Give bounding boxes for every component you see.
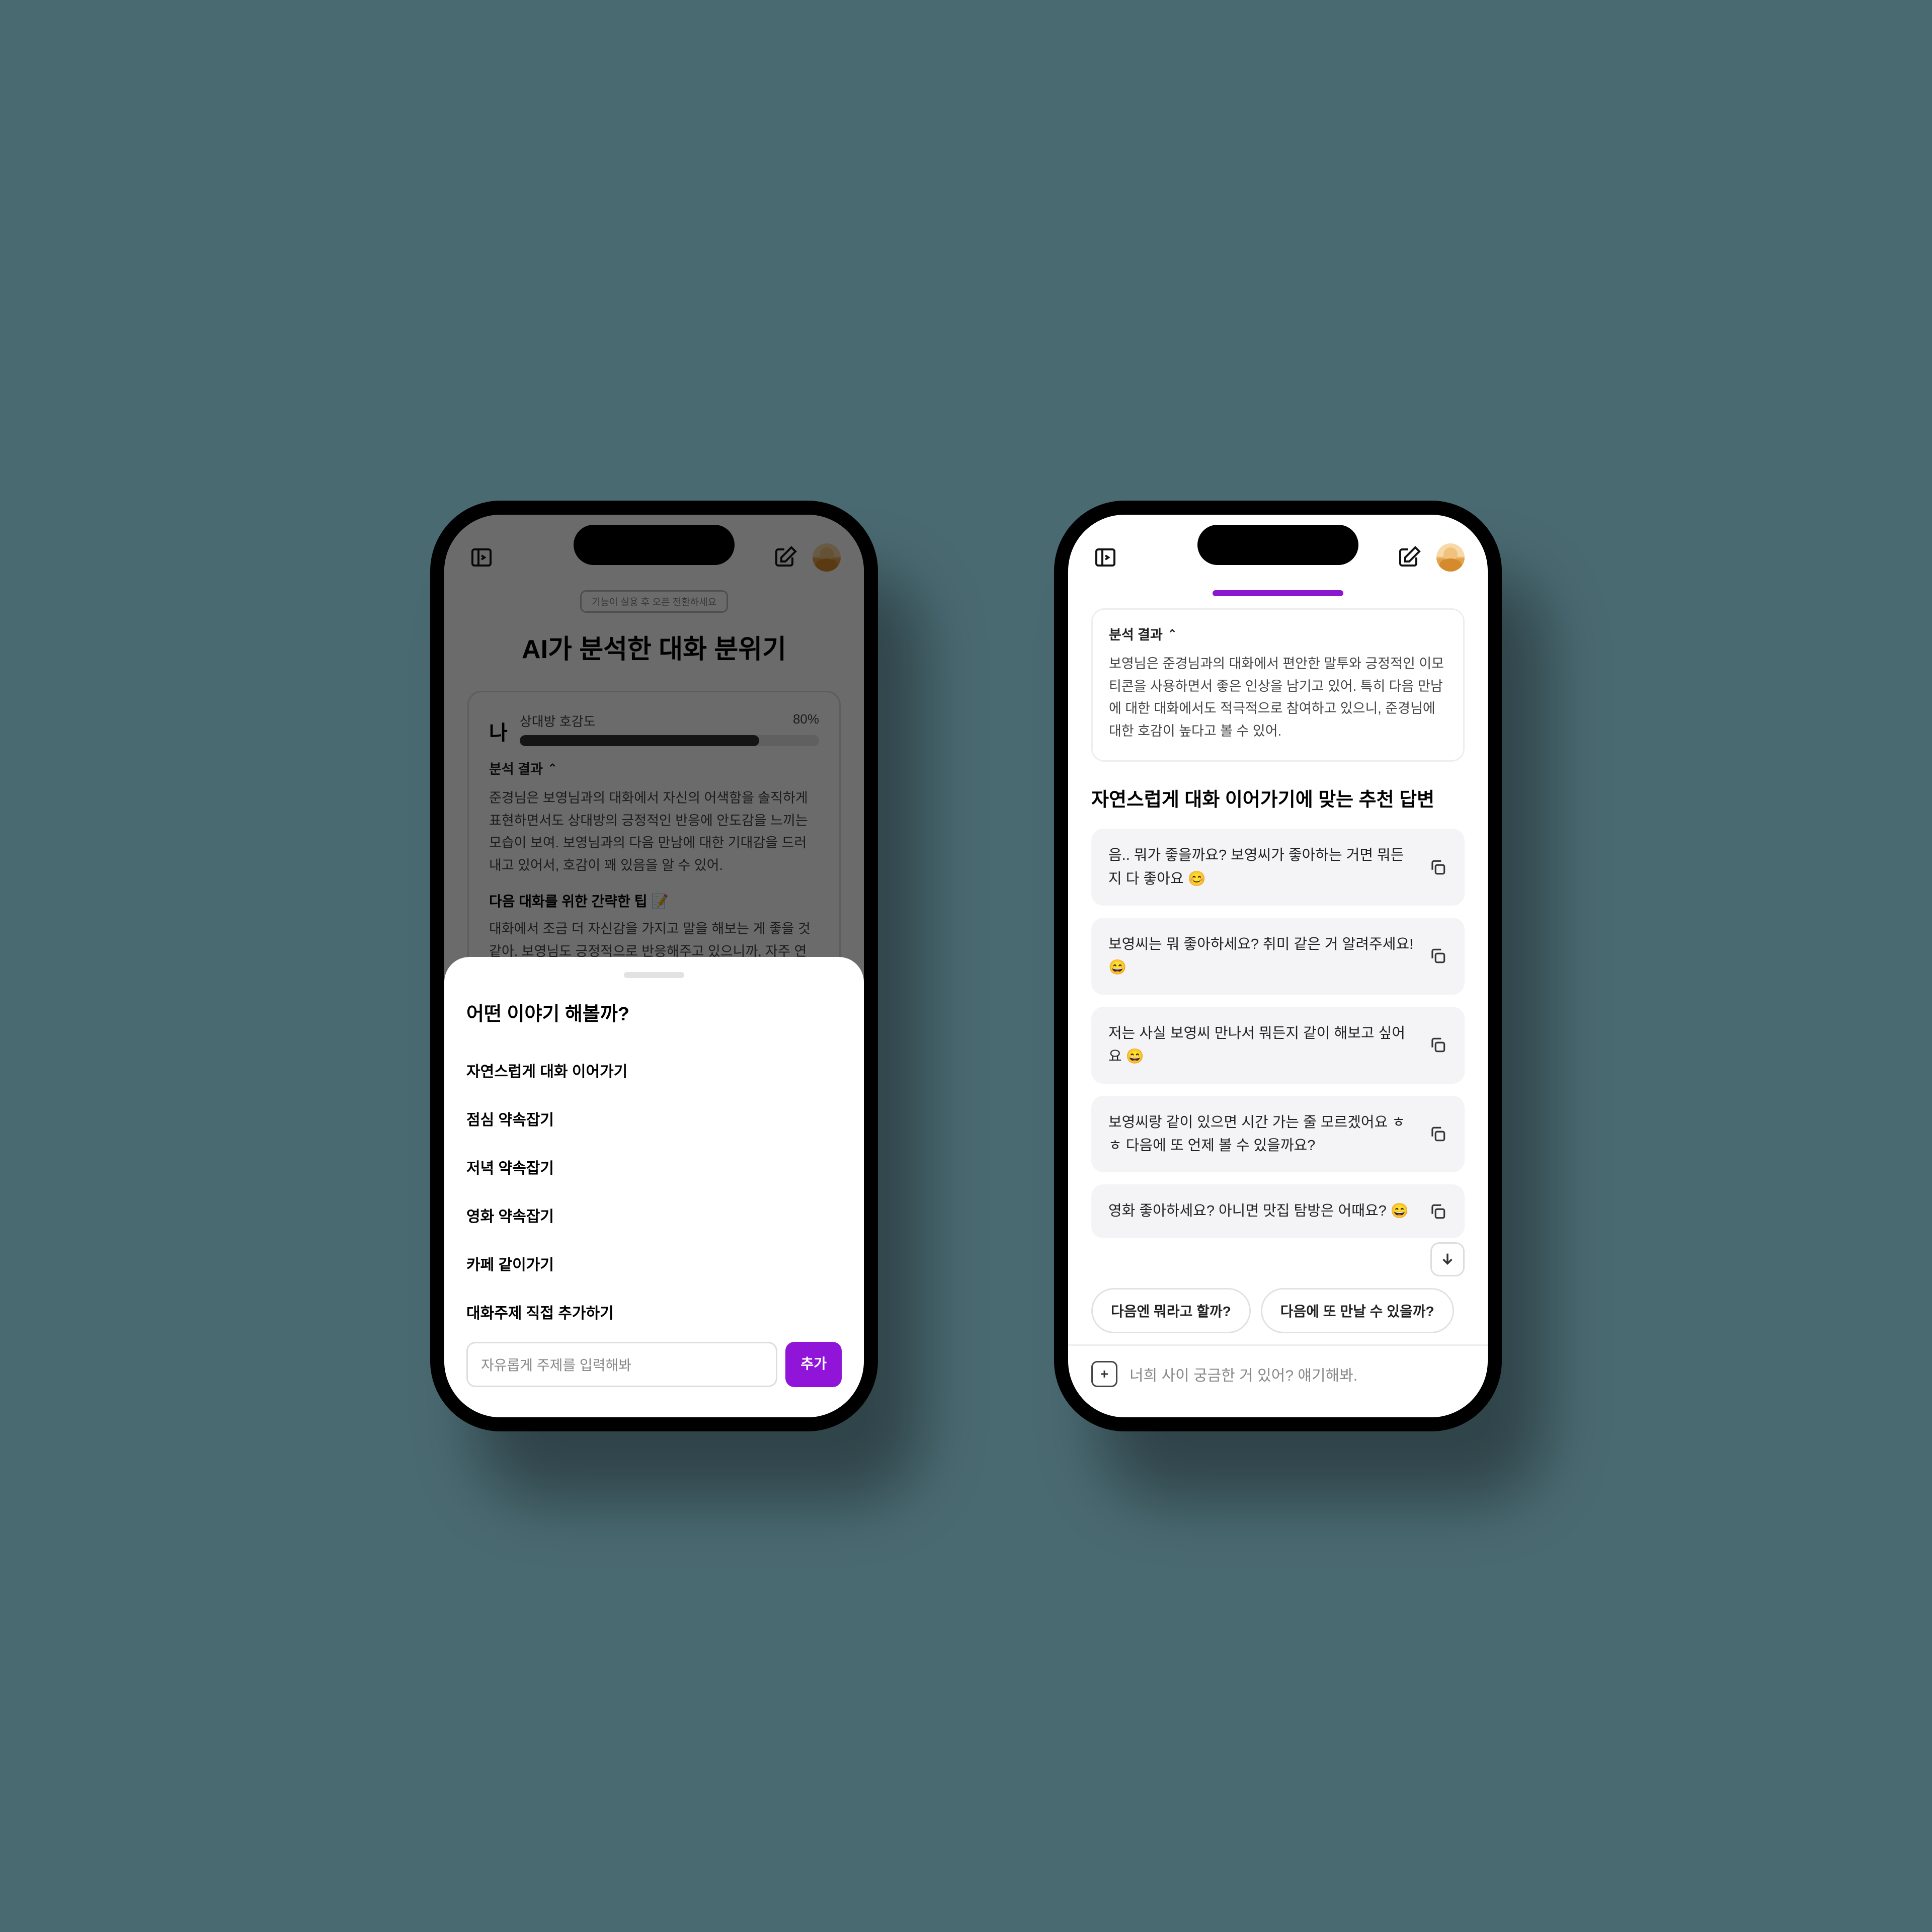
copy-icon[interactable] [1428,858,1447,877]
analysis-text: 보영님은 준경님과의 대화에서 편안한 말투와 긍정적인 이모티콘을 사용하면서… [1109,653,1447,742]
sidebar-toggle-icon[interactable] [1091,543,1119,572]
reply-item[interactable]: 보영씨는 뭐 좋아하세요? 취미 같은 거 알려주세요! 😄 [1091,918,1465,995]
chat-input-bar: 너희 사이 궁금한 거 있어? 얘기해봐. [1091,1346,1465,1417]
compose-icon[interactable] [1395,543,1423,572]
suggestion-chips: 다음엔 뭐라고 할까? 다음에 또 만날 수 있을까? [1091,1275,1465,1344]
screen-right: 분석 결과 ⌃ 보영님은 준경님과의 대화에서 편안한 말투와 긍정적인 이모티… [1068,515,1488,1417]
chat-input[interactable]: 너희 사이 궁금한 거 있어? 얘기해봐. [1130,1363,1465,1385]
section-toggle[interactable]: 분석 결과 ⌃ [1109,624,1447,643]
reply-text: 보영씨랑 같이 있으면 시간 가는 줄 모르겠어요 ㅎㅎ 다음에 또 언제 볼 … [1108,1111,1416,1158]
chevron-up-icon: ⌃ [1168,627,1177,640]
avatar[interactable] [1436,543,1465,572]
suggestion-chip[interactable]: 다음에 또 만날 수 있을까? [1261,1288,1454,1333]
attach-icon[interactable] [1091,1361,1117,1387]
topic-option[interactable]: 카페 같이가기 [466,1239,842,1287]
main-content: 분석 결과 ⌃ 보영님은 준경님과의 대화에서 편안한 말투와 긍정적인 이모티… [1068,590,1488,1417]
topic-option[interactable]: 점심 약속잡기 [466,1094,842,1143]
scroll-down-button[interactable] [1430,1242,1465,1276]
replies-heading: 자연스럽게 대화 이어가기에 맞는 추천 답변 [1091,784,1465,812]
topic-option[interactable]: 저녁 약속잡기 [466,1143,842,1191]
reply-item[interactable]: 보영씨랑 같이 있으면 시간 가는 줄 모르겠어요 ㅎㅎ 다음에 또 언제 볼 … [1091,1096,1465,1173]
dynamic-island [574,525,735,565]
accent-bar [1213,590,1343,596]
reply-text: 저는 사실 보영씨 만나서 뭐든지 같이 해보고 싶어요 😄 [1108,1022,1416,1069]
topic-option: 대화주제 직접 추가하기 [466,1287,842,1336]
reply-item[interactable]: 음.. 뭐가 좋을까요? 보영씨가 좋아하는 거면 뭐든지 다 좋아요 😊 [1091,829,1465,906]
dynamic-island [1197,525,1358,565]
topic-option[interactable]: 자연스럽게 대화 이어가기 [466,1046,842,1094]
topic-option[interactable]: 영화 약속잡기 [466,1191,842,1239]
reply-text: 음.. 뭐가 좋을까요? 보영씨가 좋아하는 거면 뭐든지 다 좋아요 😊 [1108,844,1416,891]
topic-input[interactable]: 자유롭게 주제를 입력해봐 [466,1342,777,1387]
bottom-sheet: 어떤 이야기 해볼까? 자연스럽게 대화 이어가기 점심 약속잡기 저녁 약속잡… [444,957,864,1417]
reply-text: 영화 좋아하세요? 아니면 맛집 탐방은 어때요? 😄 [1108,1199,1416,1223]
reply-text: 보영씨는 뭐 좋아하세요? 취미 같은 거 알려주세요! 😄 [1108,933,1416,980]
screen-left: 기능이 실용 후 오픈 전환하세요 AI가 분석한 대화 분위기 나 상대방 호… [444,515,864,1417]
sheet-title: 어떤 이야기 해볼까? [466,998,842,1026]
drag-handle[interactable] [624,972,684,978]
reply-item[interactable]: 저는 사실 보영씨 만나서 뭐든지 같이 해보고 싶어요 😄 [1091,1007,1465,1084]
copy-icon[interactable] [1428,1202,1447,1221]
reply-item[interactable]: 영화 좋아하세요? 아니면 맛집 탐방은 어때요? 😄 [1091,1184,1465,1238]
copy-icon[interactable] [1428,1124,1447,1144]
analysis-panel: 분석 결과 ⌃ 보영님은 준경님과의 대화에서 편안한 말투와 긍정적인 이모티… [1091,608,1465,762]
reply-list: 음.. 뭐가 좋을까요? 보영씨가 좋아하는 거면 뭐든지 다 좋아요 😊 보영… [1091,829,1465,1275]
copy-icon[interactable] [1428,946,1447,965]
phone-left: 기능이 실용 후 오픈 전환하세요 AI가 분석한 대화 분위기 나 상대방 호… [430,501,878,1431]
phone-right: 분석 결과 ⌃ 보영님은 준경님과의 대화에서 편안한 말투와 긍정적인 이모티… [1054,501,1502,1431]
suggestion-chip[interactable]: 다음엔 뭐라고 할까? [1091,1288,1251,1333]
copy-icon[interactable] [1428,1035,1447,1055]
add-button[interactable]: 추가 [785,1342,842,1387]
